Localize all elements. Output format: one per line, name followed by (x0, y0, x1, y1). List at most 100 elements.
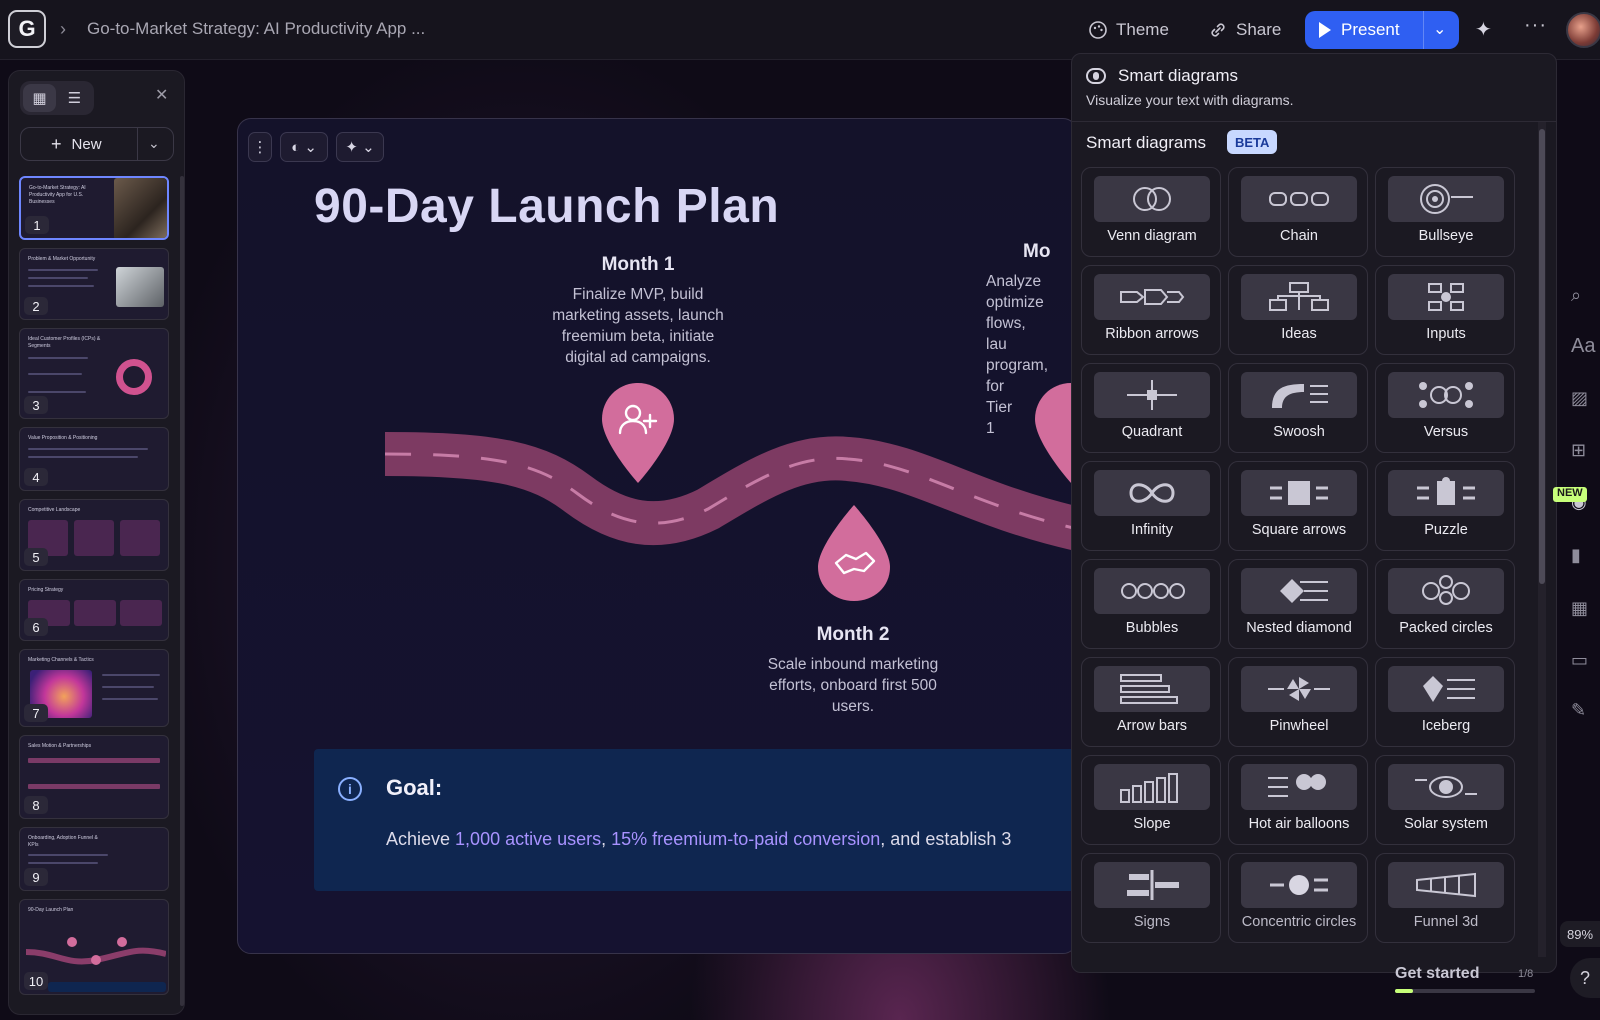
slide-title[interactable]: 90-Day Launch Plan (314, 179, 779, 234)
diagram-option-signs[interactable]: Signs (1081, 853, 1221, 943)
diagram-option-versus[interactable]: Versus (1375, 363, 1515, 453)
search-icon[interactable]: ⌕ (1571, 285, 1581, 306)
goal-highlight-conversion: 15% freemium-to-paid conversion (611, 829, 881, 849)
diagram-option-label: Bubbles (1125, 620, 1179, 636)
diagram-option-packed-circles[interactable]: Packed circles (1375, 559, 1515, 649)
thumbnail-image (114, 178, 167, 238)
ribbon-icon (1094, 274, 1210, 320)
new-options-chevron-icon[interactable]: ⌄ (148, 135, 160, 152)
balloons-icon (1241, 764, 1357, 810)
get-started-widget[interactable]: Get started 1/8 (1380, 965, 1550, 1020)
slide-number: 4 (24, 468, 48, 486)
diagram-option-infinity[interactable]: Infinity (1081, 461, 1221, 551)
diagram-option-arrow-bars[interactable]: Arrow bars (1081, 657, 1221, 747)
diagram-option-chain[interactable]: Chain (1228, 167, 1368, 257)
ai-sparkle-icon[interactable]: ✦ (1475, 17, 1492, 42)
diagram-option-nested-diamond[interactable]: Nested diamond (1228, 559, 1368, 649)
diagram-option-puzzle[interactable]: Puzzle (1375, 461, 1515, 551)
diagram-option-inputs[interactable]: Inputs (1375, 265, 1515, 355)
diagram-option-venn[interactable]: Venn diagram (1081, 167, 1221, 257)
diagram-option-concentric[interactable]: Concentric circles (1228, 853, 1368, 943)
diagram-option-label: Infinity (1131, 522, 1173, 538)
slide-thumbnail-3[interactable]: Ideal Customer Profiles (ICPs) & Segment… (19, 328, 169, 419)
get-started-progress-fill (1395, 989, 1413, 993)
image-icon[interactable]: ▨ (1571, 388, 1588, 409)
versus-icon (1388, 372, 1504, 418)
slide-toolbar: ⋮ ◐ ⌄ ✦ ⌄ (248, 132, 384, 162)
close-panel-icon[interactable]: ✕ (155, 85, 168, 105)
diagram-option-square-arrows[interactable]: Square arrows (1228, 461, 1368, 551)
table-icon[interactable]: ▦ (1571, 598, 1588, 619)
month1-title[interactable]: Month 1 (528, 254, 748, 276)
panel-title: Smart diagrams (1118, 66, 1238, 85)
goal-callout[interactable]: i Goal: Achieve 1,000 active users, 15% … (314, 749, 1076, 891)
diagram-option-swoosh[interactable]: Swoosh (1228, 363, 1368, 453)
app-logo[interactable]: G (8, 10, 46, 48)
month2-description[interactable]: Scale inbound marketing efforts, onboard… (758, 654, 948, 717)
ai-edit-icon[interactable]: ✦ ⌄ (336, 132, 384, 162)
user-avatar[interactable] (1566, 12, 1600, 48)
share-button[interactable]: Share (1200, 13, 1289, 47)
diagram-option-funnel[interactable]: Funnel 3d (1375, 853, 1515, 943)
present-button[interactable]: Present ⌄ (1305, 11, 1459, 49)
slide-thumbnail-10[interactable]: 90-Day Launch Plan 10 (19, 899, 169, 995)
month1-description[interactable]: Finalize MVP, build marketing assets, la… (543, 284, 733, 368)
diagram-option-ribbon[interactable]: Ribbon arrows (1081, 265, 1221, 355)
theme-button[interactable]: Theme (1080, 13, 1177, 47)
grid-view-icon[interactable]: ▦ (23, 84, 56, 112)
diagram-option-balloons[interactable]: Hot air balloons (1228, 755, 1368, 845)
diagram-option-pinwheel[interactable]: Pinwheel (1228, 657, 1368, 747)
diagram-option-solar[interactable]: Solar system (1375, 755, 1515, 845)
venn-icon (1094, 176, 1210, 222)
present-label: Present (1341, 20, 1400, 39)
add-block-icon[interactable]: ⊞ (1571, 440, 1586, 461)
diagram-option-label: Bullseye (1418, 228, 1474, 244)
slide-thumbnail-5[interactable]: Competitive Landscape 5 (19, 499, 169, 571)
pinwheel-icon (1241, 666, 1357, 712)
panel-scrollbar[interactable] (180, 176, 184, 1006)
diagram-option-label: Arrow bars (1116, 718, 1188, 734)
card-menu-icon[interactable]: ⋮ (248, 132, 272, 162)
slide-thumbnail-8[interactable]: Sales Motion & Partnerships 8 (19, 735, 169, 819)
diagram-option-iceberg[interactable]: Iceberg (1375, 657, 1515, 747)
month2-title[interactable]: Month 2 (743, 624, 963, 646)
document-title[interactable]: Go-to-Market Strategy: AI Productivity A… (87, 19, 425, 39)
slide-thumbnail-2[interactable]: Problem & Market Opportunity 2 (19, 248, 169, 320)
slide-number: 3 (24, 396, 48, 414)
signs-icon (1094, 862, 1210, 908)
slide-canvas[interactable]: ⋮ ◐ ⌄ ✦ ⌄ 90-Day Launch Plan Month 1 Fin… (237, 118, 1077, 954)
more-options-icon[interactable]: ··· (1524, 14, 1547, 37)
embed-icon[interactable]: ▭ (1571, 650, 1588, 671)
diagram-option-label: Chain (1280, 228, 1318, 244)
new-slide-button[interactable]: + New ⌄ (20, 127, 174, 161)
slide-number: 1 (25, 216, 49, 234)
thumbnail-image (116, 267, 164, 307)
month3-title[interactable]: Mo (1023, 241, 1076, 263)
diagram-option-bullseye[interactable]: Bullseye (1375, 167, 1515, 257)
quadrant-icon (1094, 372, 1210, 418)
thumbnail-road (26, 937, 166, 965)
slide-thumbnail-7[interactable]: Marketing Channels & Tactics 7 (19, 649, 169, 727)
slide-thumbnail-9[interactable]: Onboarding, Adoption Funnel & KPIs 9 (19, 827, 169, 891)
panel-scrollbar-thumb[interactable] (1539, 129, 1545, 584)
zoom-level[interactable]: 89% (1560, 921, 1600, 947)
chart-icon[interactable]: ▮ (1571, 545, 1581, 566)
text-style-icon[interactable]: Aa (1571, 335, 1595, 358)
month2-pin (818, 505, 890, 601)
diagram-option-quadrant[interactable]: Quadrant (1081, 363, 1221, 453)
card-style-icon[interactable]: ◐ ⌄ (280, 132, 328, 162)
diagram-option-ideas[interactable]: Ideas (1228, 265, 1368, 355)
slide-thumbnail-1[interactable]: Go-to-Market Strategy: AI Productivity A… (19, 176, 169, 240)
diagram-option-label: Swoosh (1273, 424, 1325, 440)
breadcrumb-chevron-icon: › (60, 19, 66, 39)
diagram-option-bubbles[interactable]: Bubbles (1081, 559, 1221, 649)
packed-circles-icon (1388, 568, 1504, 614)
diagram-option-slope[interactable]: Slope (1081, 755, 1221, 845)
present-options-chevron-icon[interactable]: ⌄ (1433, 19, 1446, 39)
slide-thumbnail-6[interactable]: Pricing Strategy 6 (19, 579, 169, 641)
diagram-option-label: Quadrant (1121, 424, 1183, 440)
edit-icon[interactable]: ✎ (1571, 700, 1586, 721)
list-view-icon[interactable]: ☰ (58, 84, 91, 112)
panel-subtitle: Visualize your text with diagrams. (1086, 92, 1294, 108)
slide-thumbnail-4[interactable]: Value Proposition & Positioning 4 (19, 427, 169, 491)
